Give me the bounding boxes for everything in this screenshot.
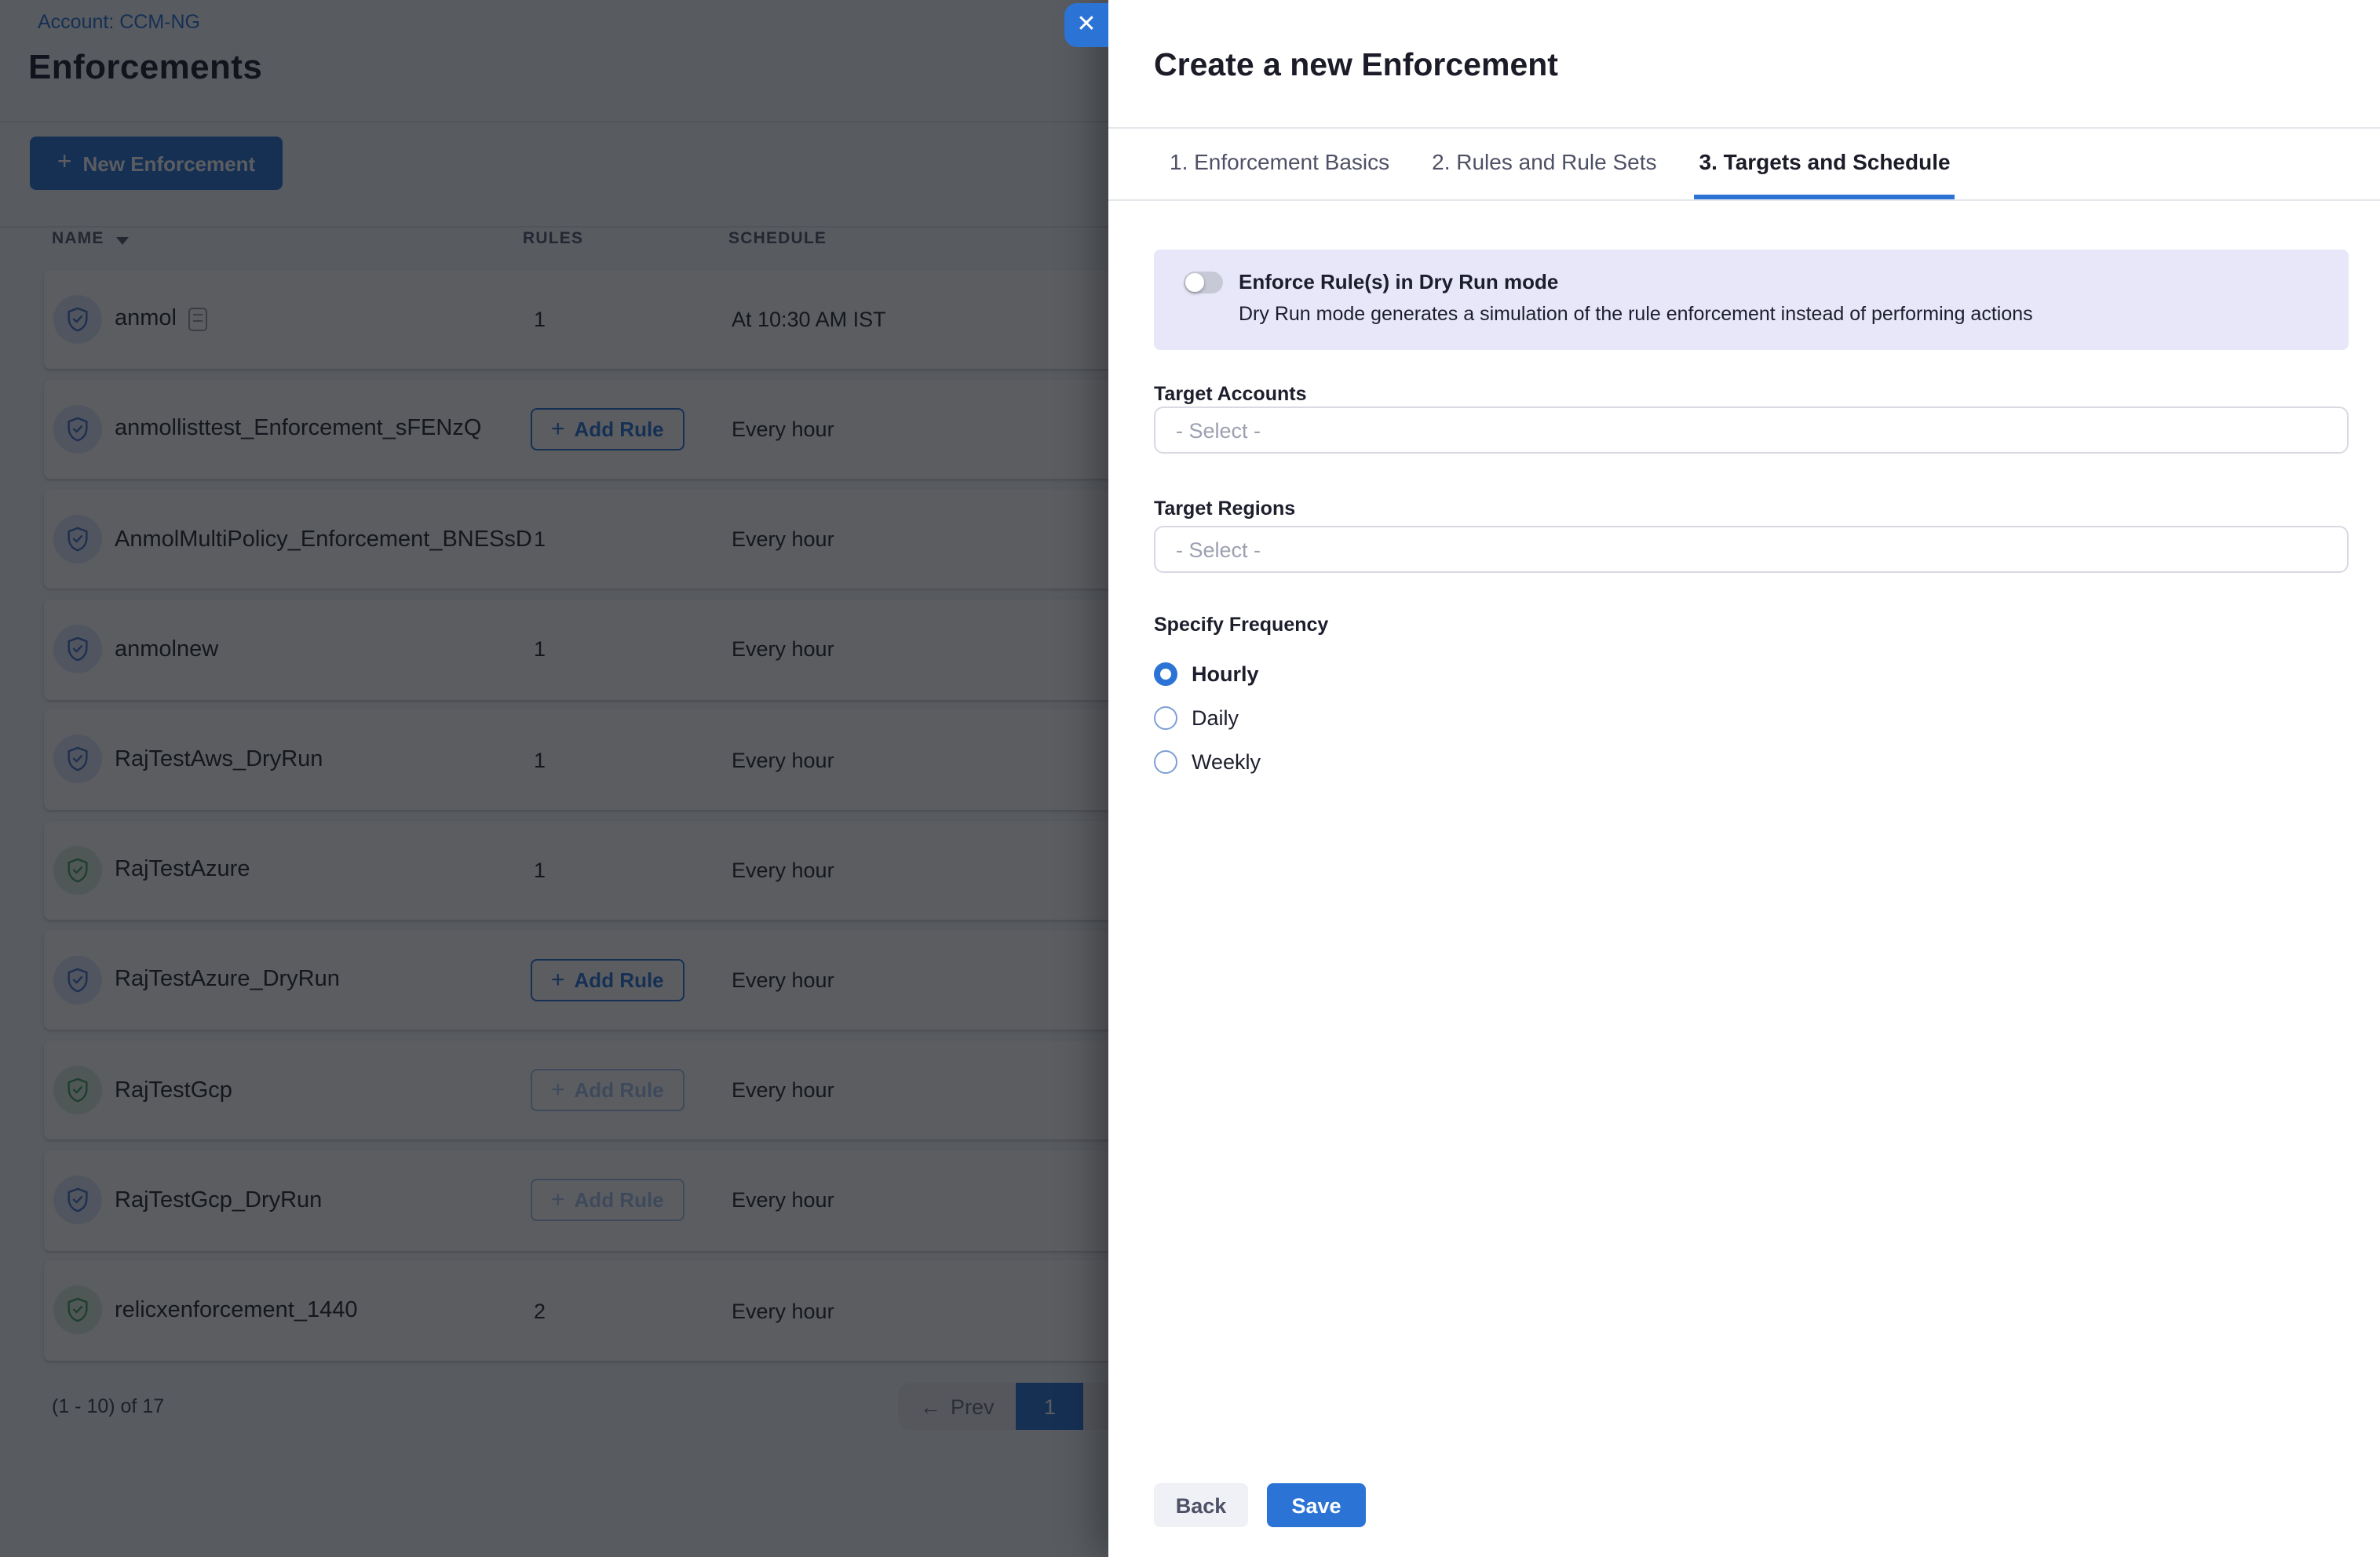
close-icon[interactable]: ✕	[1064, 3, 1108, 47]
dry-run-description: Dry Run mode generates a simulation of t…	[1239, 303, 2033, 325]
radio-icon	[1154, 706, 1177, 730]
create-enforcement-panel: ✕ Create a new Enforcement 1. Enforcemen…	[1108, 0, 2380, 1557]
panel-title: Create a new Enforcement	[1154, 47, 1558, 85]
tab-3[interactable]: 3. Targets and Schedule	[1695, 129, 1955, 199]
target-regions-select[interactable]: - Select -	[1154, 526, 2349, 573]
frequency-radio-daily[interactable]: Daily	[1154, 706, 1239, 731]
radio-label: Daily	[1192, 706, 1239, 730]
toggle-knob-icon	[1185, 273, 1204, 292]
tab-1[interactable]: 1. Enforcement Basics	[1165, 129, 1394, 199]
frequency-label: Specify Frequency	[1154, 614, 1328, 636]
radio-icon	[1154, 662, 1177, 686]
radio-label: Weekly	[1192, 750, 1261, 774]
target-accounts-select[interactable]: - Select -	[1154, 407, 2349, 454]
target-accounts-placeholder: - Select -	[1176, 418, 1261, 442]
back-button[interactable]: Back	[1154, 1483, 1248, 1527]
radio-icon	[1154, 750, 1177, 774]
app-root: Account: CCM-NG Enforcements + New Enfor…	[0, 0, 2380, 1557]
dry-run-title: Enforce Rule(s) in Dry Run mode	[1239, 270, 1558, 294]
tabs-divider	[1108, 199, 2380, 201]
dry-run-banner: Enforce Rule(s) in Dry Run mode Dry Run …	[1154, 250, 2349, 349]
target-regions-placeholder: - Select -	[1176, 538, 1261, 561]
frequency-radio-hourly[interactable]: Hourly	[1154, 662, 1259, 687]
radio-label: Hourly	[1192, 662, 1259, 686]
target-accounts-label: Target Accounts	[1154, 383, 1307, 405]
panel-tabs: 1. Enforcement Basics 2. Rules and Rule S…	[1165, 129, 1955, 199]
frequency-radio-weekly[interactable]: Weekly	[1154, 749, 1261, 775]
dry-run-toggle[interactable]	[1184, 272, 1223, 294]
tab-2[interactable]: 2. Rules and Rule Sets	[1427, 129, 1661, 199]
save-button[interactable]: Save	[1267, 1483, 1366, 1527]
target-regions-label: Target Regions	[1154, 498, 1295, 520]
